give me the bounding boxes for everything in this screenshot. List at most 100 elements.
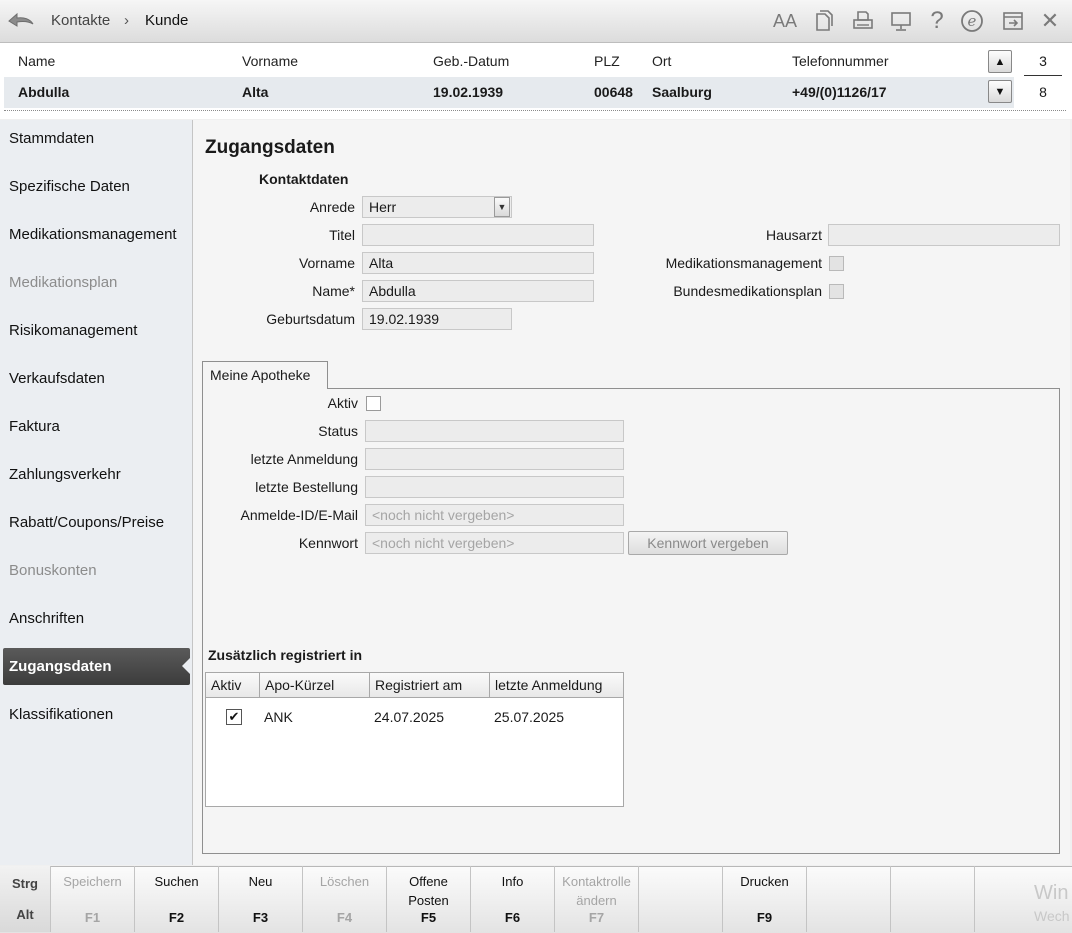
sidebar-item-anschriften[interactable]: Anschriften <box>9 610 84 627</box>
sidebar-item-klassifikationen[interactable]: Klassifikationen <box>9 706 113 723</box>
speichern-label: Speichern <box>63 874 122 889</box>
geburtsdatum-label: Geburtsdatum <box>266 311 355 327</box>
titel-field[interactable] <box>362 224 594 246</box>
kennwort-vergeben-button[interactable]: Kennwort vergeben <box>628 531 788 555</box>
window-icon[interactable] <box>999 7 1027 35</box>
speichern-button[interactable]: Speichern F1 <box>51 866 135 932</box>
loeschen-button[interactable]: Löschen F4 <box>303 866 387 932</box>
letzte-anmeldung-label: letzte Anmeldung <box>250 451 358 467</box>
anrede-select[interactable]: Herr <box>362 196 512 218</box>
total-record-count: 8 <box>1039 84 1047 100</box>
help-icon[interactable]: ? <box>923 7 951 35</box>
aktiv-checkbox[interactable] <box>366 396 381 411</box>
offene-posten-button[interactable]: Offene Posten F5 <box>387 866 471 932</box>
anmelde-id-field[interactable]: <noch nicht vergeben> <box>365 504 624 526</box>
modifier-keys: Strg Alt <box>0 866 51 932</box>
row-aktiv-checkbox[interactable]: ✔ <box>226 709 242 725</box>
empty-fkey-10[interactable] <box>807 866 891 932</box>
drucken-button[interactable]: Drucken F9 <box>723 866 807 932</box>
name-field[interactable]: Abdulla <box>362 280 594 302</box>
sidebar-item-zugangsdaten[interactable]: Zugangsdaten <box>9 658 112 675</box>
vorname-label: Vorname <box>298 255 355 271</box>
col-header-name: Name <box>18 53 56 69</box>
breadcrumb-separator: › <box>124 12 129 29</box>
col-header-ort: Ort <box>652 53 672 69</box>
medikationsmanagement-label: Medikationsmanagement <box>665 255 822 271</box>
customer-telefon: +49/(0)1126/17 <box>792 84 887 100</box>
current-record-number: 3 <box>1039 53 1047 69</box>
customer-ort: Saalburg <box>652 84 712 100</box>
f6-key: F6 <box>504 910 521 925</box>
customer-vorname: Alta <box>242 84 269 100</box>
strg-key[interactable]: Strg <box>0 876 50 891</box>
breadcrumb-kunde: Kunde <box>145 12 189 29</box>
activation-watermark-line1: Win <box>1034 882 1069 904</box>
close-icon[interactable]: ✕ <box>1036 7 1064 35</box>
kennwort-label: Kennwort <box>298 535 358 551</box>
status-field[interactable] <box>365 420 624 442</box>
sidebar-item-risikomanagement[interactable]: Risikomanagement <box>9 322 137 339</box>
sidebar-item-rabatt-coupons-preise[interactable]: Rabatt/Coupons/Preise <box>9 514 164 531</box>
previous-customer-button[interactable]: ▲ <box>988 50 1012 73</box>
next-customer-button[interactable]: ▼ <box>988 80 1012 103</box>
col-header-letzte-anmeldung[interactable]: letzte Anmeldung <box>490 673 623 698</box>
empty-fkey-11[interactable] <box>891 866 975 932</box>
kontaktdaten-title: Kontaktdaten <box>259 171 349 187</box>
f4-key: F4 <box>336 910 353 925</box>
vorname-field[interactable]: Alta <box>362 252 594 274</box>
back-arrow-icon[interactable] <box>6 7 36 33</box>
sidebar-item-medikationsmanagement[interactable]: Medikationsmanagement <box>9 226 177 243</box>
f1-key: F1 <box>84 910 101 925</box>
empty-fkey-8[interactable] <box>639 866 723 932</box>
font-size-icon[interactable]: AA <box>771 7 799 35</box>
neu-button[interactable]: Neu F3 <box>219 866 303 932</box>
col-header-aktiv[interactable]: Aktiv <box>206 673 260 698</box>
col-header-telefon: Telefonnummer <box>792 53 889 69</box>
offene-posten-label: Offene Posten <box>408 874 449 908</box>
col-header-registriert-am[interactable]: Registriert am <box>370 673 490 698</box>
sidebar-item-spezifische-daten[interactable]: Spezifische Daten <box>9 178 130 195</box>
col-header-geb-datum: Geb.-Datum <box>433 53 510 69</box>
page-title: Zugangsdaten <box>205 137 335 158</box>
f3-key: F3 <box>252 910 269 925</box>
letzte-bestellung-field[interactable] <box>365 476 624 498</box>
tab-meine-apotheke[interactable]: Meine Apotheke <box>202 361 328 389</box>
geburtsdatum-field[interactable]: 19.02.1939 <box>362 308 512 330</box>
sidebar-item-verkaufsdaten[interactable]: Verkaufsdaten <box>9 370 105 387</box>
monitor-icon[interactable] <box>887 7 915 35</box>
letzte-bestellung-label: letzte Bestellung <box>255 479 358 495</box>
loeschen-label: Löschen <box>319 874 370 889</box>
letzte-anmeldung-field[interactable] <box>365 448 624 470</box>
anmelde-id-label: Anmelde-ID/E-Mail <box>240 507 358 523</box>
alt-key[interactable]: Alt <box>0 907 50 922</box>
f2-key: F2 <box>168 910 185 925</box>
col-header-vorname: Vorname <box>242 53 299 69</box>
hausarzt-field[interactable] <box>828 224 1060 246</box>
sidebar-item-zahlungsverkehr[interactable]: Zahlungsverkehr <box>9 466 121 483</box>
titel-label: Titel <box>329 227 355 243</box>
suchen-button[interactable]: Suchen F2 <box>135 866 219 932</box>
kontaktrolle-aendern-button[interactable]: Kontaktrolle ändern F7 <box>555 866 639 932</box>
sidebar-item-stammdaten[interactable]: Stammdaten <box>9 130 94 147</box>
breadcrumb-kontakte[interactable]: Kontakte <box>51 12 110 29</box>
pager-divider <box>1024 75 1062 76</box>
document-icon[interactable] <box>810 7 838 35</box>
row-registriert-am: 24.07.2025 <box>374 709 445 725</box>
col-header-apo-kuerzel[interactable]: Apo-Kürzel <box>260 673 370 698</box>
status-label: Status <box>318 423 358 439</box>
bundesmedikationsplan-checkbox[interactable] <box>829 284 844 299</box>
customer-name: Abdulla <box>18 84 70 100</box>
bundesmedikationsplan-label: Bundesmedikationsplan <box>673 283 822 299</box>
kontaktrolle-aendern-label: Kontaktrolle ändern <box>562 874 631 908</box>
sidebar-active-pointer <box>182 656 192 676</box>
sidebar-item-faktura[interactable]: Faktura <box>9 418 60 435</box>
printer-icon[interactable] <box>849 7 877 35</box>
e-icon[interactable]: e <box>958 7 986 35</box>
info-button[interactable]: Info F6 <box>471 866 555 932</box>
sidebar-item-medikationsplan: Medikationsplan <box>9 274 118 291</box>
chevron-down-icon[interactable]: ▼ <box>494 197 510 217</box>
kennwort-field[interactable]: <noch nicht vergeben> <box>365 532 624 554</box>
row-apo-kuerzel: ANK <box>264 709 293 725</box>
medikationsmanagement-checkbox[interactable] <box>829 256 844 271</box>
col-header-plz: PLZ <box>594 53 620 69</box>
